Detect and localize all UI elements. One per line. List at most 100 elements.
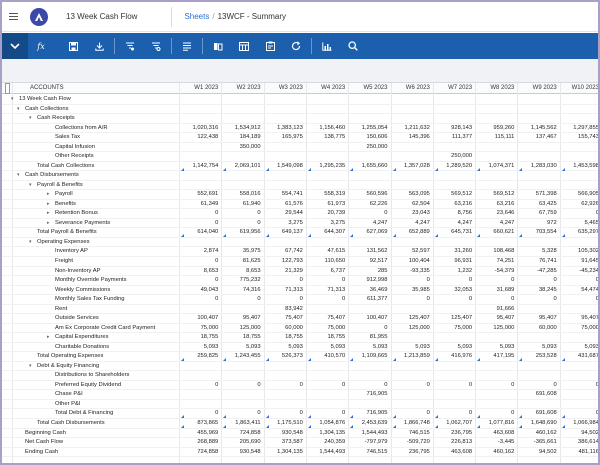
- table-row[interactable]: ▸ Capital Expenditures 18,755 18,755 18,755 1…: [2, 333, 598, 343]
- value-cell[interactable]: 571,398: [517, 190, 559, 200]
- value-cell[interactable]: 1,077,816: [475, 419, 517, 429]
- table-row[interactable]: Total Operating Expenses 259,825 1,243,455…: [2, 352, 598, 362]
- value-cell[interactable]: 0: [433, 295, 475, 305]
- value-cell[interactable]: 5,093: [517, 343, 559, 353]
- value-cell[interactable]: 526,373: [264, 352, 306, 362]
- value-cell[interactable]: 5,465: [560, 219, 598, 229]
- value-cell[interactable]: 0: [179, 409, 221, 419]
- value-cell[interactable]: 52,597: [391, 247, 433, 257]
- table-row[interactable]: Total Cash Collections 1,142,754 2,069,101…: [2, 162, 598, 172]
- week-column-header[interactable]: W3 2023: [264, 84, 306, 93]
- value-cell[interactable]: 8,653: [221, 267, 263, 277]
- value-cell[interactable]: 63,216: [475, 200, 517, 210]
- value-cell[interactable]: -93,335: [391, 267, 433, 277]
- value-cell[interactable]: 61,576: [264, 200, 306, 210]
- value-cell[interactable]: -797,979: [348, 438, 390, 448]
- value-cell[interactable]: 94,502: [517, 448, 559, 458]
- table-row[interactable]: ▸ Payroll 552,691 558,016 554,741 558,319 560,…: [2, 190, 598, 200]
- value-cell[interactable]: 1,243,455: [221, 352, 263, 362]
- value-cell[interactable]: 108,468: [475, 247, 517, 257]
- value-cell[interactable]: 1,066,984: [560, 419, 598, 429]
- value-cell[interactable]: 431,687: [560, 352, 598, 362]
- value-cell[interactable]: 873,865: [179, 419, 221, 429]
- app-logo[interactable]: [30, 7, 48, 26]
- value-cell[interactable]: 1,289,520: [433, 162, 475, 172]
- value-cell[interactable]: 0: [221, 409, 263, 419]
- value-cell[interactable]: 111,377: [433, 133, 475, 143]
- value-cell[interactable]: 75,000: [306, 324, 348, 334]
- clipboard-icon[interactable]: [257, 33, 283, 59]
- value-cell[interactable]: 691,608: [517, 390, 559, 400]
- week-column-header[interactable]: W8 2023: [475, 84, 517, 93]
- value-cell[interactable]: 2,453,639: [348, 419, 390, 429]
- value-cell[interactable]: 1,145,562: [517, 124, 559, 134]
- value-cell[interactable]: 652,889: [391, 228, 433, 238]
- value-cell[interactable]: 5,093: [348, 343, 390, 353]
- value-cell[interactable]: 959,260: [475, 124, 517, 134]
- value-cell[interactable]: 1,544,493: [306, 448, 348, 458]
- value-cell[interactable]: 95,407: [221, 314, 263, 324]
- value-cell[interactable]: 236,795: [433, 429, 475, 439]
- value-cell[interactable]: 724,858: [221, 429, 263, 439]
- value-cell[interactable]: 416,976: [433, 352, 475, 362]
- table-row[interactable]: Other Receipts 250,000: [2, 152, 598, 162]
- value-cell[interactable]: 0: [517, 295, 559, 305]
- value-cell[interactable]: 2,874: [179, 247, 221, 257]
- value-cell[interactable]: 0: [433, 276, 475, 286]
- value-cell[interactable]: 0: [179, 276, 221, 286]
- value-cell[interactable]: 611,377: [348, 295, 390, 305]
- table-row[interactable]: ▾ Operating Expenses: [2, 238, 598, 248]
- value-cell[interactable]: 91,645: [560, 257, 598, 267]
- collapse-toggle-icon[interactable]: ▾: [29, 114, 32, 124]
- table-row[interactable]: Chase P&I 716,905 691,608: [2, 390, 598, 400]
- value-cell[interactable]: 1,304,135: [306, 429, 348, 439]
- value-cell[interactable]: 0: [179, 209, 221, 219]
- table-row[interactable]: ▸ Benefits 61,349 61,940 61,576 61,973 62,226 6…: [2, 200, 598, 210]
- value-cell[interactable]: 455,969: [179, 429, 221, 439]
- value-cell[interactable]: 38,245: [517, 286, 559, 296]
- search-icon[interactable]: [340, 33, 366, 59]
- value-cell[interactable]: 62,504: [391, 200, 433, 210]
- value-cell[interactable]: 5,093: [475, 343, 517, 353]
- table-row[interactable]: Other P&I: [2, 400, 598, 410]
- value-cell[interactable]: 614,040: [179, 228, 221, 238]
- table-row[interactable]: Total Debt & Financing 0 0 0 0 716,905 0 0 0 691,…: [2, 409, 598, 419]
- value-cell[interactable]: 930,548: [221, 448, 263, 458]
- value-cell[interactable]: -3,445: [475, 438, 517, 448]
- value-cell[interactable]: 20,739: [306, 209, 348, 219]
- value-cell[interactable]: 0: [391, 276, 433, 286]
- value-cell[interactable]: 0: [391, 381, 433, 391]
- value-cell[interactable]: 54,474: [560, 286, 598, 296]
- value-cell[interactable]: 74,251: [475, 257, 517, 267]
- value-cell[interactable]: 558,319: [306, 190, 348, 200]
- save-icon[interactable]: [60, 33, 86, 59]
- value-cell[interactable]: 0: [391, 409, 433, 419]
- value-cell[interactable]: 4,247: [433, 219, 475, 229]
- week-column-header[interactable]: W5 2023: [348, 84, 390, 93]
- value-cell[interactable]: 0: [264, 295, 306, 305]
- value-cell[interactable]: 138,775: [306, 133, 348, 143]
- value-cell[interactable]: 49,043: [179, 286, 221, 296]
- value-cell[interactable]: 125,000: [221, 324, 263, 334]
- value-cell[interactable]: 250,000: [433, 152, 475, 162]
- value-cell[interactable]: 558,016: [221, 190, 263, 200]
- value-cell[interactable]: 125,000: [391, 324, 433, 334]
- value-cell[interactable]: 1,109,665: [348, 352, 390, 362]
- expand-toggle-icon[interactable]: ▸: [47, 209, 50, 219]
- value-cell[interactable]: 1,283,030: [517, 162, 559, 172]
- table-row[interactable]: Ending Cash 724,858 930,548 1,304,135 1,544,…: [2, 448, 598, 458]
- value-cell[interactable]: 3,275: [264, 219, 306, 229]
- refresh-icon[interactable]: [283, 33, 309, 59]
- value-cell[interactable]: 250,000: [348, 143, 390, 153]
- value-cell[interactable]: 463,608: [475, 429, 517, 439]
- collapse-toggle-icon[interactable]: ▾: [17, 105, 20, 115]
- value-cell[interactable]: 386,614: [560, 438, 598, 448]
- table-row[interactable]: Beginning Cash 455,969 724,858 930,548 1,304…: [2, 429, 598, 439]
- value-cell[interactable]: 566,905: [560, 190, 598, 200]
- value-cell[interactable]: 0: [475, 295, 517, 305]
- table-row[interactable]: ▸ Retention Bonus 0 0 29,544 20,739 0 23,043 8,7…: [2, 209, 598, 219]
- expand-toggle-icon[interactable]: ▸: [47, 333, 50, 343]
- value-cell[interactable]: 74,316: [221, 286, 263, 296]
- value-cell[interactable]: 6,737: [306, 267, 348, 277]
- value-cell[interactable]: 100,407: [348, 314, 390, 324]
